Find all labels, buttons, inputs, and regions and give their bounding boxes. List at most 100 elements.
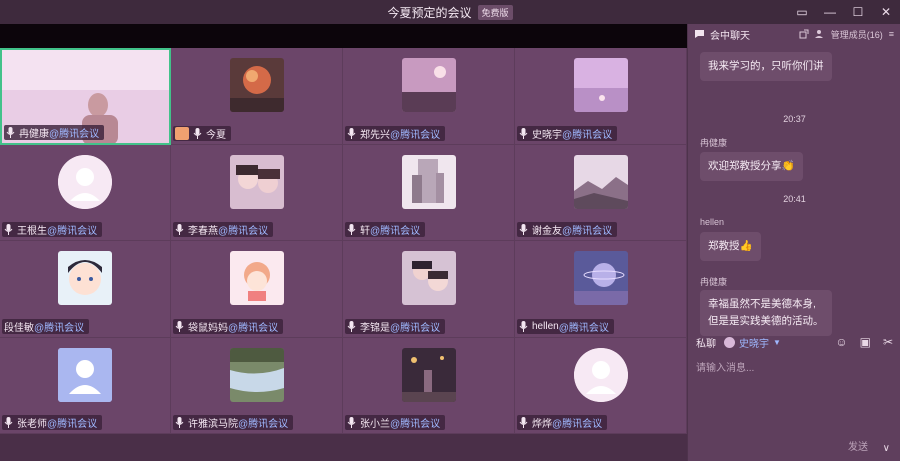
mic-icon[interactable] — [175, 320, 184, 332]
mic-icon[interactable] — [519, 320, 528, 332]
participant-name: 王根生 — [17, 226, 47, 237]
participant-name: 烨烨 — [532, 419, 552, 430]
participant-name: 许雅滨马院 — [188, 419, 238, 430]
participant-name-bar: 段佳敏 @腾讯会议 — [2, 318, 90, 334]
chat-message: 郑教授👍 — [700, 232, 761, 261]
pin-window-icon[interactable]: ▭ — [788, 0, 816, 24]
pink-sky-photo-avatar — [573, 58, 628, 112]
minimize-button[interactable]: — — [816, 0, 844, 24]
participant-org: @腾讯会议 — [390, 322, 441, 334]
family-photo-avatar — [401, 251, 456, 305]
participant-name: 袋鼠妈妈 — [188, 322, 228, 334]
participant-tile[interactable]: 谢金友 @腾讯会议 — [515, 144, 687, 241]
participant-name: 张小兰 — [360, 419, 390, 430]
participant-tile[interactable]: 许雅滨马院 @腾讯会议 — [171, 337, 343, 434]
participant-tile[interactable]: 张小兰 @腾讯会议 — [343, 337, 515, 434]
mic-icon[interactable] — [6, 126, 15, 138]
mic-icon[interactable] — [4, 417, 13, 428]
chevron-down-icon: ▼ — [773, 337, 781, 347]
participant-name-bar: 袋鼠妈妈 @腾讯会议 — [173, 318, 284, 334]
participant-org: @腾讯会议 — [562, 226, 613, 237]
maximize-button[interactable]: ☐ — [844, 0, 872, 24]
participant-name: 谢金友 — [532, 226, 562, 237]
participant-name-bar: 王根生 @腾讯会议 — [2, 222, 103, 237]
meeting-bottom-bar — [0, 434, 687, 461]
send-button[interactable]: 发送 — [848, 438, 868, 453]
mic-icon[interactable] — [347, 127, 356, 139]
message-list: 我来学习的，只听你们讲 20:37 冉健康 欢迎郑教授分享👏 20:41 hel… — [688, 48, 900, 348]
image-icon[interactable]: ▣ — [860, 335, 871, 349]
message-sender: 冉健康 — [700, 138, 728, 148]
mic-icon[interactable] — [347, 224, 356, 235]
participant-tile[interactable]: 王根生 @腾讯会议 — [0, 144, 171, 241]
mic-icon[interactable] — [347, 320, 356, 332]
members-icon[interactable] — [814, 29, 825, 39]
participant-tile[interactable]: 段佳敏 @腾讯会议 — [0, 241, 171, 338]
participant-org: @腾讯会议 — [390, 129, 441, 141]
participant-tile[interactable]: 烨烨 @腾讯会议 — [515, 337, 687, 434]
mic-icon[interactable] — [175, 417, 184, 428]
title-bar: 今夏预定的会议 免费版 ▭ — ☐ ✕ — [0, 0, 900, 24]
participant-name-bar: 李春燕 @腾讯会议 — [173, 222, 274, 237]
participant-tile[interactable]: 李春燕 @腾讯会议 — [171, 144, 343, 241]
participant-tile[interactable]: 郑先兴 @腾讯会议 — [343, 48, 515, 145]
mic-icon[interactable] — [519, 127, 528, 139]
participant-name-bar: 冉健康 @腾讯会议 — [4, 124, 105, 140]
participant-tile[interactable]: hellen @腾讯会议 — [515, 241, 687, 338]
message-sender: 冉健康 — [700, 277, 728, 287]
participant-org: @腾讯会议 — [238, 419, 289, 430]
manage-members-button[interactable]: 管理成员(16) — [831, 28, 883, 41]
screenshot-icon[interactable]: ✂ — [883, 335, 893, 349]
private-target-name: 史晓宇 — [739, 338, 769, 350]
mic-icon[interactable] — [175, 224, 184, 235]
mic-icon[interactable] — [347, 417, 356, 428]
close-button[interactable]: ✕ — [872, 0, 900, 24]
participant-org: @腾讯会议 — [562, 129, 613, 141]
participant-name-bar: 轩 @腾讯会议 — [345, 222, 426, 237]
mic-icon[interactable] — [519, 224, 528, 235]
target-avatar — [724, 336, 735, 348]
emoji-icon[interactable]: ☺ — [835, 335, 847, 349]
send-options-chevron-icon[interactable]: ∨ — [883, 443, 890, 454]
participant-name-bar: 郑先兴 @腾讯会议 — [345, 125, 446, 141]
participant-tile[interactable]: 张老师 @腾讯会议 — [0, 337, 171, 434]
participant-name-bar: 史晓宇 @腾讯会议 — [517, 125, 618, 141]
participant-name-bar: 许雅滨马院 @腾讯会议 — [173, 415, 294, 430]
participant-tile[interactable]: 史晓宇 @腾讯会议 — [515, 48, 687, 145]
participant-tile[interactable]: 轩 @腾讯会议 — [343, 144, 515, 241]
participant-tile[interactable]: 今夏 — [171, 48, 343, 145]
chat-panel: 会中聊天 管理成员(16) ≡ 我来学习的，只听你们讲 20:37 冉健康 欢迎… — [687, 24, 900, 461]
mic-icon[interactable] — [193, 127, 202, 139]
mic-icon[interactable] — [4, 224, 13, 235]
participant-tile[interactable]: 冉健康 @腾讯会议 — [0, 48, 171, 145]
toolbar-strip — [0, 24, 687, 48]
private-target-select[interactable]: 史晓宇 ▼ — [724, 335, 781, 350]
participant-name: 史晓宇 — [532, 129, 562, 141]
chat-message: 我来学习的，只听你们讲 — [700, 52, 832, 81]
default-person-avatar — [573, 347, 628, 402]
meeting-title: 今夏预定的会议 — [387, 5, 472, 20]
participant-org: @腾讯会议 — [558, 322, 609, 334]
more-menu-icon[interactable]: ≡ — [889, 29, 894, 39]
participant-name-bar: 李锦是 @腾讯会议 — [345, 318, 446, 334]
chat-input[interactable] — [696, 360, 892, 376]
video-grid: 冉健康 @腾讯会议 今夏 郑先兴 @腾讯会议 史晓宇 @腾讯会议 王根生 @腾讯… — [0, 48, 687, 434]
window-controls: ▭ — ☐ ✕ — [788, 0, 900, 24]
participant-org: @腾讯会议 — [218, 226, 269, 237]
mic-icon[interactable] — [519, 417, 528, 428]
participant-org: @腾讯会议 — [552, 419, 603, 430]
popout-icon[interactable] — [799, 29, 809, 39]
participant-tile[interactable]: 袋鼠妈妈 @腾讯会议 — [171, 241, 343, 338]
participant-org: @腾讯会议 — [34, 322, 85, 334]
chat-icon — [695, 30, 704, 38]
river-photo-avatar — [229, 347, 284, 402]
participant-org: @腾讯会议 — [390, 419, 441, 430]
self-tag-icon — [175, 126, 189, 140]
chat-title: 会中聊天 — [710, 30, 750, 42]
participant-tile[interactable]: 李锦是 @腾讯会议 — [343, 241, 515, 338]
participant-name: 李春燕 — [188, 226, 218, 237]
participant-name: 张老师 — [17, 419, 47, 430]
fire-photo-avatar — [229, 58, 284, 112]
participant-name-bar: hellen @腾讯会议 — [517, 318, 614, 334]
participant-name-bar: 张老师 @腾讯会议 — [2, 415, 103, 430]
